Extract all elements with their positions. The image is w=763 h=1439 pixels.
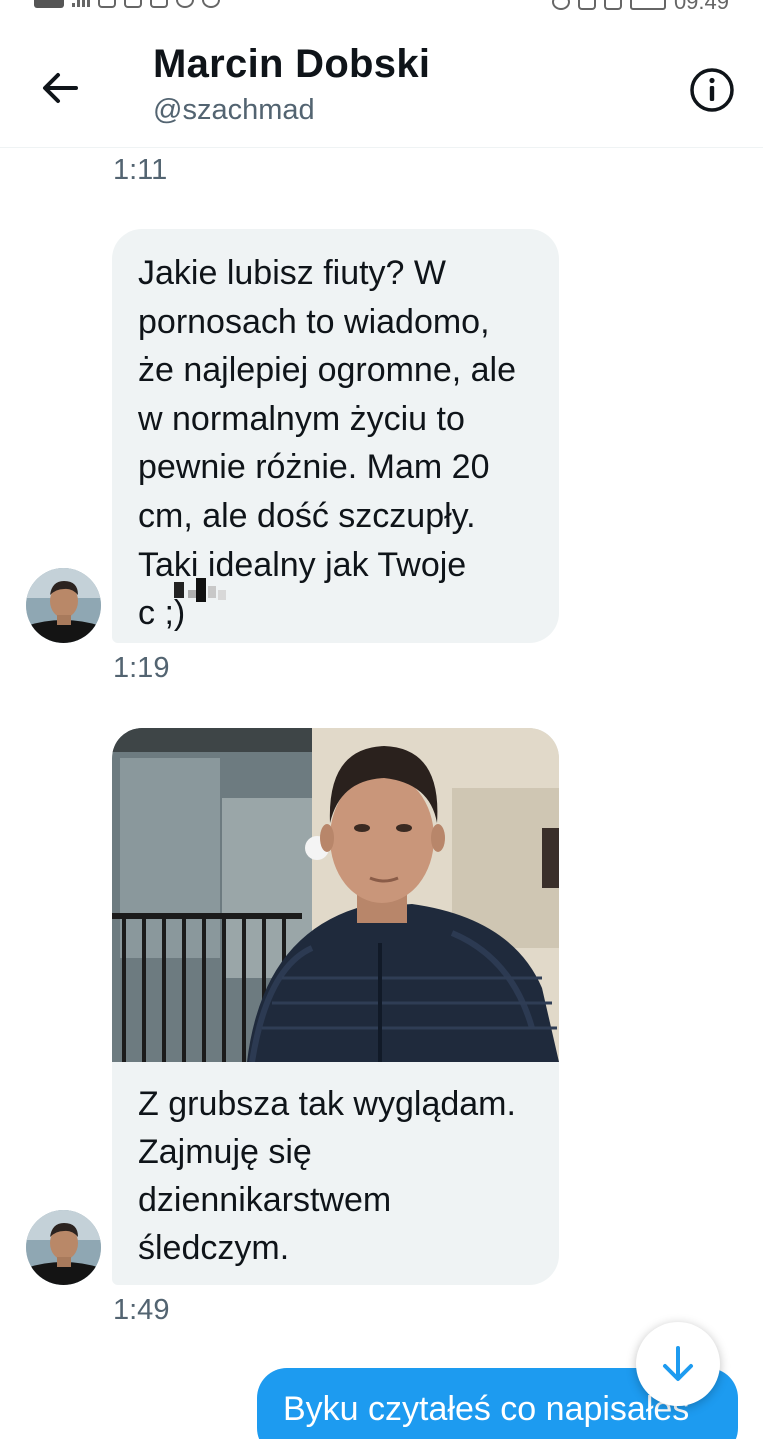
battery-icon	[629, 0, 666, 10]
censored-text-pixelation	[166, 576, 234, 616]
scroll-to-bottom-button[interactable]	[636, 1322, 720, 1406]
whatsapp-icon	[202, 0, 220, 8]
sender-avatar[interactable]	[26, 568, 101, 643]
status-time: 09:49	[673, 0, 729, 14]
status-icons-left	[34, 0, 220, 8]
received-media-message-bubble[interactable]: Z grubsza tak wyglądam. Zajmuję się dzie…	[112, 728, 559, 1285]
sender-avatar[interactable]	[26, 1210, 101, 1285]
conversation-header: Marcin Dobski @szachmad	[0, 14, 763, 148]
bluetooth-icon	[577, 0, 596, 10]
message-text: Byku czytałeś co napisałeś	[283, 1390, 690, 1428]
whatsapp-icon	[176, 0, 194, 8]
message-timestamp: 1:19	[113, 652, 170, 684]
arrow-down-icon	[663, 1346, 693, 1381]
user-handle[interactable]: @szachmad	[153, 94, 315, 127]
message-timestamp: 1:49	[113, 1294, 170, 1326]
instagram-icon	[124, 0, 142, 8]
eye-icon	[551, 0, 570, 10]
vibrate-icon	[603, 0, 622, 10]
signal-icon	[72, 0, 90, 7]
status-icons-right: 09:49	[551, 0, 729, 14]
gallery-icon	[150, 0, 168, 8]
message-text: Z grubsza tak wyglądam. Zajmuję się dzie…	[138, 1085, 516, 1267]
selfie-photo[interactable]	[112, 728, 559, 1062]
notification-icon	[98, 0, 116, 8]
status-bar: 09:49	[0, 0, 763, 14]
volte-icon	[34, 0, 64, 8]
info-circle-icon[interactable]	[688, 66, 736, 114]
message-timestamp: 1:11	[113, 154, 168, 186]
conversation-title[interactable]: Marcin Dobski	[153, 42, 430, 87]
arrow-left-icon[interactable]	[38, 66, 82, 110]
